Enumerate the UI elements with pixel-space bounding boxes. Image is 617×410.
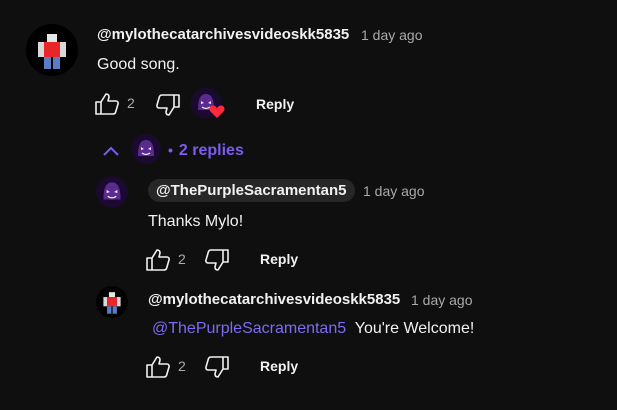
reply2-timestamp[interactable]: 1 day ago — [411, 292, 473, 308]
reply1-like-count: 2 — [178, 251, 186, 267]
avatar-thepurplesacramentan5[interactable] — [96, 176, 128, 208]
dislike-button[interactable] — [155, 93, 181, 122]
collapse-replies-button[interactable] — [102, 144, 120, 163]
creator-heart-badge — [191, 88, 227, 122]
reply2-dislike-button[interactable] — [204, 355, 230, 384]
avatar-mylo-small[interactable] — [96, 286, 128, 318]
reply2-like-button[interactable] — [145, 355, 171, 384]
heart-icon — [209, 105, 225, 118]
ghost-avatar-icon — [96, 176, 128, 208]
thumbs-up-icon — [95, 93, 119, 115]
comment-text: Good song. — [97, 56, 180, 73]
reply-button[interactable]: Reply — [256, 96, 294, 112]
reply2-text-line: @ThePurpleSacramentan5 You're Welcome! — [152, 320, 474, 338]
reply1-text: Thanks Mylo! — [148, 213, 244, 230]
comment-thread: @mylothecatarchivesvideoskk5835 1 day ag… — [0, 0, 617, 410]
thumbs-up-icon — [146, 356, 170, 378]
thumbs-up-icon — [146, 249, 170, 271]
roblox-avatar-icon — [38, 34, 66, 69]
reply1-reply-button[interactable]: Reply — [260, 251, 298, 267]
reply2-text: You're Welcome! — [354, 320, 475, 337]
comment-author[interactable]: @mylothecatarchivesvideoskk5835 — [97, 26, 349, 43]
thumbs-down-icon — [205, 249, 229, 271]
roblox-avatar-icon — [103, 292, 121, 314]
thumbs-down-icon — [205, 356, 229, 378]
reply1-dislike-button[interactable] — [204, 248, 230, 277]
avatar-mylo[interactable] — [26, 24, 78, 76]
thumbs-down-icon — [156, 94, 180, 116]
chevron-up-icon — [103, 146, 119, 156]
comment-timestamp[interactable]: 1 day ago — [361, 27, 423, 43]
reply1-author-pill[interactable]: @ThePurpleSacramentan5 — [148, 179, 355, 202]
reply2-mention-link[interactable]: @ThePurpleSacramentan5 — [152, 320, 346, 337]
replier-avatar-small — [131, 134, 161, 164]
like-count: 2 — [127, 95, 135, 111]
reply1-timestamp[interactable]: 1 day ago — [363, 183, 425, 199]
separator-dot: • — [168, 142, 173, 158]
reply2-like-count: 2 — [178, 358, 186, 374]
reply2-author[interactable]: @mylothecatarchivesvideoskk5835 — [148, 291, 400, 308]
ghost-avatar-icon — [131, 134, 161, 164]
reply2-reply-button[interactable]: Reply — [260, 358, 298, 374]
replies-toggle[interactable]: • 2 replies — [168, 142, 244, 160]
like-button[interactable] — [94, 92, 120, 121]
reply1-like-button[interactable] — [145, 248, 171, 277]
replies-count-label: 2 replies — [178, 142, 244, 159]
